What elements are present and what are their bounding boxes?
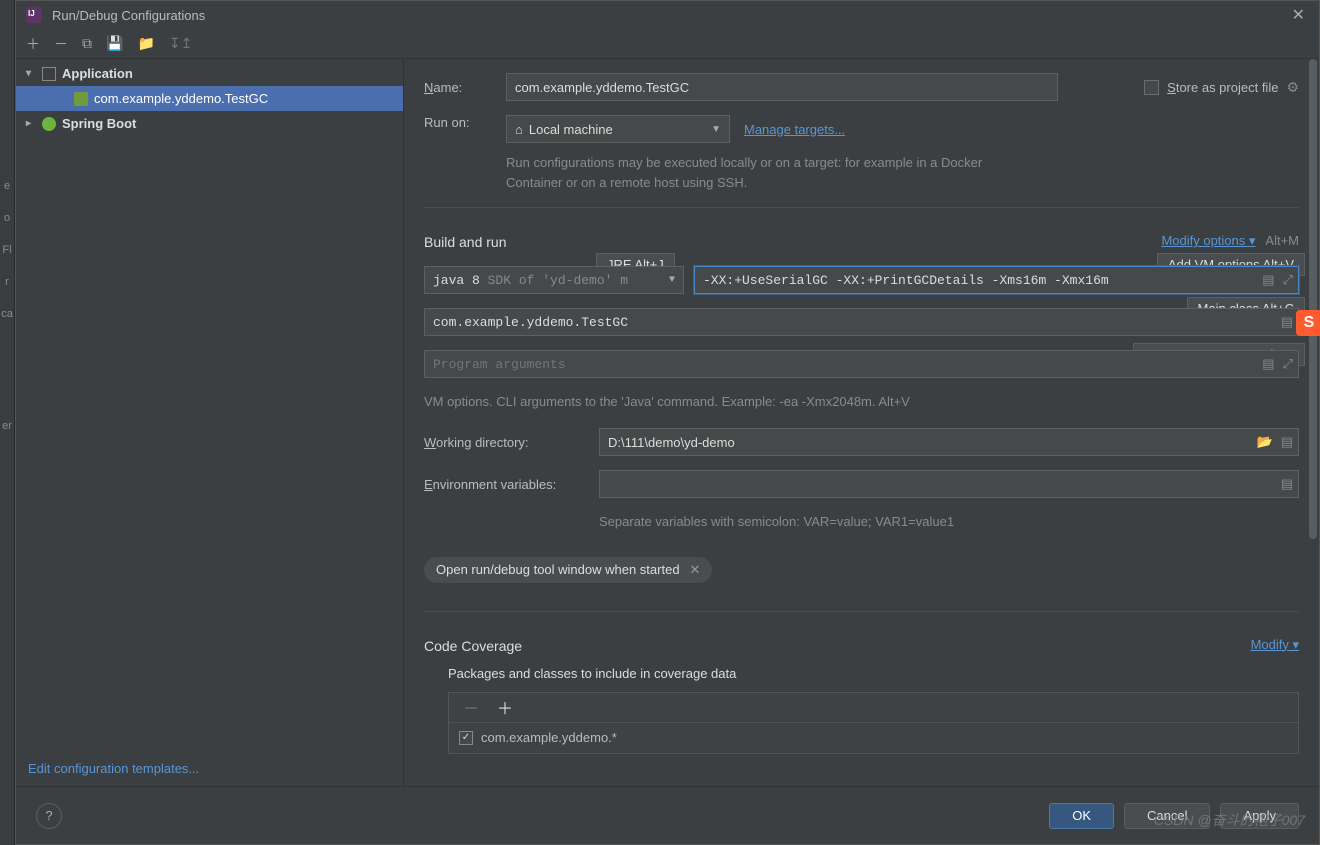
save-icon[interactable]: 💾 <box>106 35 123 52</box>
expand-icon[interactable]: ⤢ <box>1283 356 1293 372</box>
sort-icon[interactable]: ↧↥ <box>169 35 192 52</box>
titlebar: Run/Debug Configurations ✕ <box>16 1 1319 29</box>
coverage-packages-label: Packages and classes to include in cover… <box>448 664 1299 684</box>
config-form: Name: Store as project file ⚙ Run on: ⌂ … <box>404 59 1319 786</box>
store-as-project-file-checkbox[interactable] <box>1144 80 1159 95</box>
copy-icon[interactable]: ⧉ <box>82 35 92 52</box>
edit-templates-link[interactable]: Edit configuration templates... <box>28 761 199 776</box>
application-icon <box>42 67 56 81</box>
open-tool-window-tag[interactable]: Open run/debug tool window when started … <box>424 557 712 583</box>
env-input[interactable] <box>599 470 1299 498</box>
history-icon[interactable]: ▤ <box>1262 272 1274 288</box>
browse-folder-icon[interactable]: 📂 <box>1257 434 1273 450</box>
name-input[interactable] <box>506 73 1058 101</box>
run-on-combo[interactable]: ⌂ Local machine ▼ <box>506 115 730 143</box>
coverage-item[interactable]: ✓ com.example.yddemo.* <box>449 723 1298 753</box>
folder-icon[interactable]: 📁 <box>137 35 154 52</box>
tree-node-application[interactable]: ▾ Application <box>16 61 403 86</box>
form-scrollbar[interactable] <box>1307 59 1319 786</box>
gear-icon[interactable]: ⚙ <box>1286 79 1299 96</box>
dialog-title: Run/Debug Configurations <box>52 8 205 23</box>
modify-options-shortcut: Alt+M <box>1265 233 1299 249</box>
run-config-icon <box>74 92 88 106</box>
modify-options-link[interactable]: Modify options ▾ <box>1161 233 1255 249</box>
remove-icon[interactable]: － <box>54 34 68 54</box>
manage-targets-link[interactable]: Manage targets... <box>744 122 845 137</box>
store-label: Store as project file <box>1167 80 1278 95</box>
name-label: Name: <box>424 80 486 95</box>
vm-options-input[interactable] <box>694 266 1299 294</box>
program-args-input[interactable] <box>424 350 1299 378</box>
coverage-add-icon[interactable]: ＋ <box>497 695 513 719</box>
env-label: Environment variables: <box>424 477 579 492</box>
home-icon: ⌂ <box>515 122 523 137</box>
run-debug-config-dialog: Run/Debug Configurations ✕ ＋ － ⧉ 💾 📁 ↧↥ … <box>15 0 1320 845</box>
tree-label: com.example.yddemo.TestGC <box>94 91 268 106</box>
working-dir-input[interactable] <box>599 428 1299 456</box>
list-icon[interactable]: ▤ <box>1281 434 1293 450</box>
config-tree: ▾ Application com.example.yddemo.TestGC … <box>16 59 404 786</box>
main-class-input[interactable] <box>424 308 1299 336</box>
springboot-icon <box>42 117 56 131</box>
add-icon[interactable]: ＋ <box>26 34 40 54</box>
config-toolbar: ＋ － ⧉ 💾 📁 ↧↥ <box>16 29 1319 59</box>
expand-icon[interactable]: ⤢ <box>1283 272 1293 288</box>
close-icon[interactable]: ✕ <box>1288 5 1309 25</box>
code-coverage-title: Code Coverage <box>424 638 522 654</box>
list-icon[interactable]: ▤ <box>1262 356 1274 372</box>
tree-node-springboot[interactable]: ▸ Spring Boot <box>16 111 403 136</box>
ok-button[interactable]: OK <box>1049 803 1114 829</box>
tree-label: Application <box>62 66 133 81</box>
build-and-run-title: Build and run <box>424 234 507 250</box>
sogou-ime-icon: S <box>1296 310 1320 336</box>
remove-tag-icon[interactable]: ✕ <box>690 562 701 578</box>
ide-left-gutter: eoFlrcaer <box>0 0 15 845</box>
dialog-buttons: ? OK Cancel Apply <box>16 786 1319 844</box>
app-logo-icon <box>26 7 42 23</box>
tree-label: Spring Boot <box>62 116 136 131</box>
list-icon[interactable]: ▤ <box>1281 314 1293 330</box>
vm-options-hint: VM options. CLI arguments to the 'Java' … <box>424 392 1299 412</box>
coverage-list: － ＋ ✓ com.example.yddemo.* <box>448 692 1299 754</box>
coverage-modify-link[interactable]: Modify ▾ <box>1251 637 1299 653</box>
watermark: CSDN @奋斗的袍子007 <box>1154 810 1305 830</box>
working-dir-label: Working directory: <box>424 435 579 450</box>
env-hint: Separate variables with semicolon: VAR=v… <box>599 512 1299 532</box>
list-icon[interactable]: ▤ <box>1281 476 1293 492</box>
jdk-combo[interactable]: java 8 SDK of 'yd-demo' m ▼ <box>424 266 684 294</box>
help-button[interactable]: ? <box>36 803 62 829</box>
run-on-value: Local machine <box>529 122 613 137</box>
run-on-label: Run on: <box>424 115 486 130</box>
coverage-item-checkbox[interactable]: ✓ <box>459 731 473 745</box>
coverage-remove-icon[interactable]: － <box>463 695 479 719</box>
run-on-hint: Run configurations may be executed local… <box>506 153 1026 193</box>
tree-node-selected-config[interactable]: com.example.yddemo.TestGC <box>16 86 403 111</box>
